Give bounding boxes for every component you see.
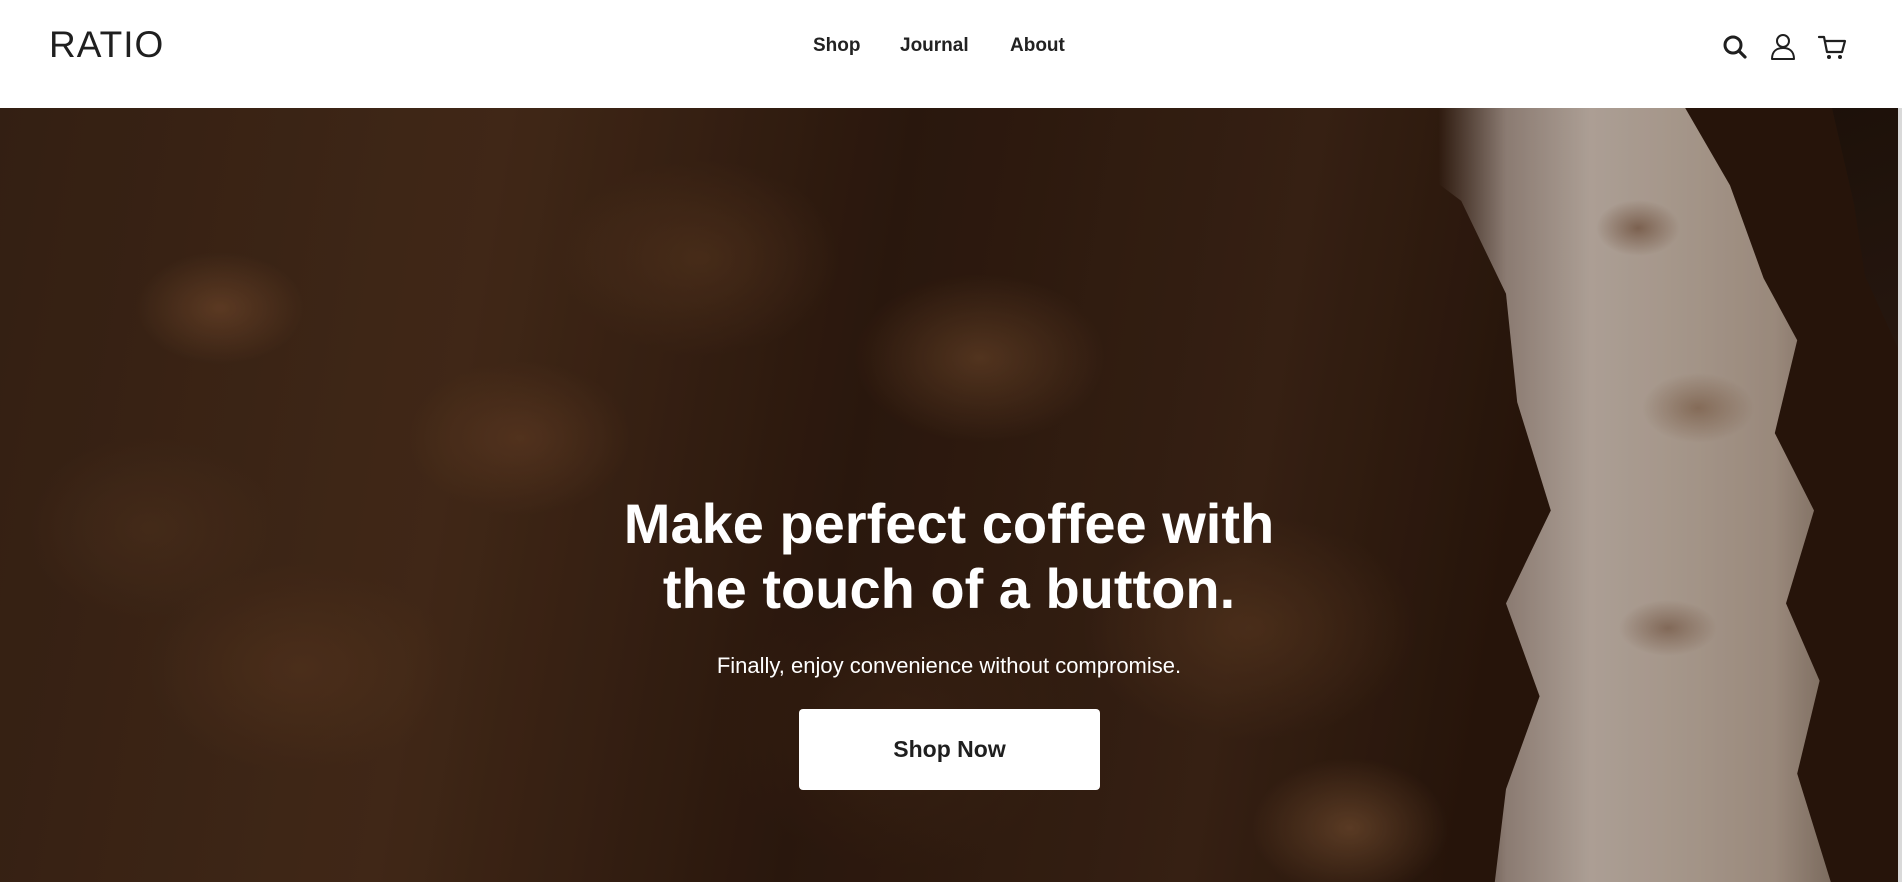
site-header: RATIO Shop Journal About xyxy=(0,0,1902,108)
hero-title-line-2: the touch of a button. xyxy=(662,557,1236,620)
hero-title: Make perfect coffee with the touch of a … xyxy=(449,491,1449,621)
page-scrollbar[interactable] xyxy=(1898,0,1902,882)
nav-shop[interactable]: Shop xyxy=(813,33,861,59)
hero-content: Make perfect coffee with the touch of a … xyxy=(0,108,1898,882)
hero-banner: Make perfect coffee with the touch of a … xyxy=(0,108,1898,882)
hero-subtitle: Finally, enjoy convenience without compr… xyxy=(716,653,1182,678)
nav-journal[interactable]: Journal xyxy=(900,33,969,59)
shop-now-button[interactable]: Shop Now xyxy=(799,709,1100,790)
main-nav: Shop Journal About xyxy=(0,33,1902,61)
cart-icon[interactable] xyxy=(1816,30,1850,64)
account-icon[interactable] xyxy=(1766,30,1800,64)
search-icon[interactable] xyxy=(1718,30,1752,64)
hero-title-line-1: Make perfect coffee with xyxy=(623,492,1275,555)
nav-about[interactable]: About xyxy=(1010,33,1065,59)
